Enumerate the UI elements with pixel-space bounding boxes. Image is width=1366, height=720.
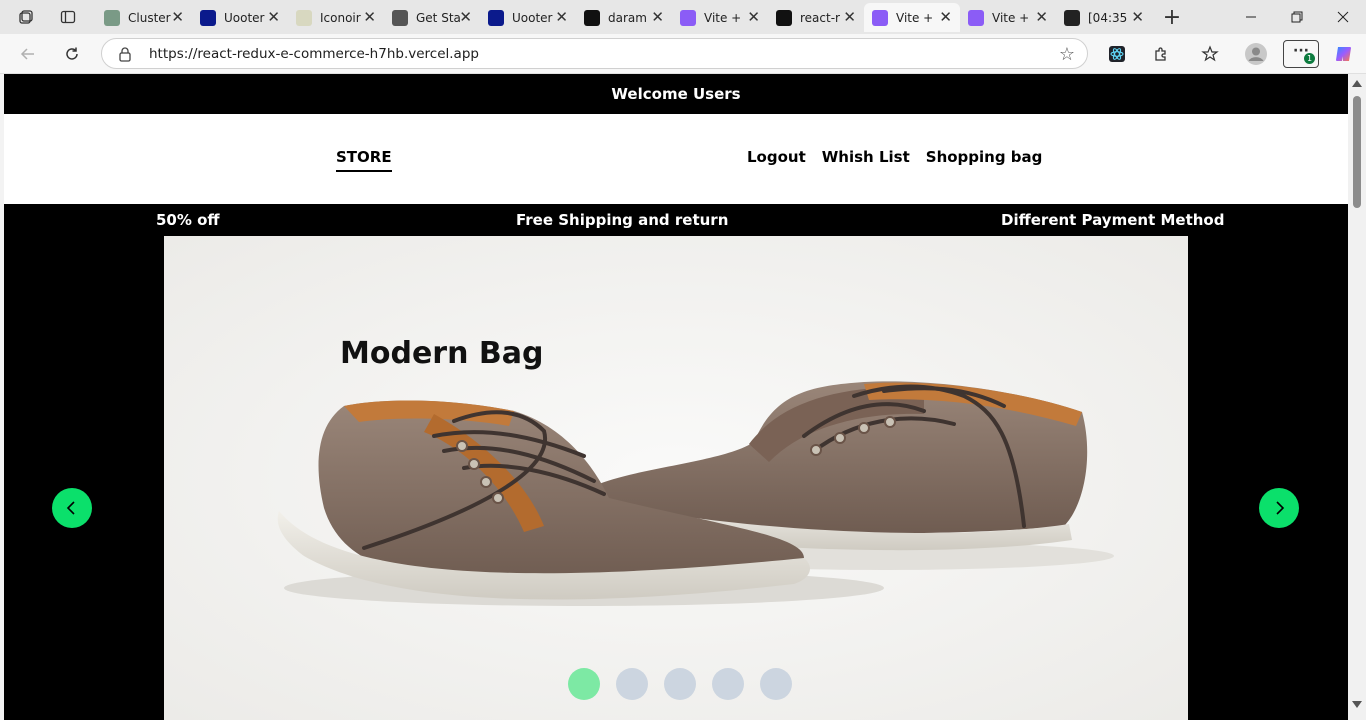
- mongodb-icon: [104, 9, 120, 26]
- settings-more-button[interactable]: ··· 1: [1283, 40, 1319, 68]
- profile-avatar[interactable]: [1241, 40, 1271, 68]
- browser-tab-strip: Cluster ✕ Uooter ✕ Iconoir ✕ Get Sta ✕ Uooter ✕ da…: [0, 0, 1366, 34]
- close-tab-icon[interactable]: ✕: [459, 9, 472, 25]
- refresh-icon[interactable]: [57, 40, 87, 68]
- vite-icon: [680, 9, 696, 26]
- address-bar[interactable]: https://react-redux-e-commerce-h7hb.verc…: [101, 38, 1088, 69]
- new-tab-button[interactable]: +: [1158, 4, 1186, 30]
- promo-discount: 50% off: [156, 211, 220, 229]
- tab-title: Uooter: [224, 10, 265, 25]
- site-header: STORE Logout Whish List Shopping bag: [4, 114, 1348, 204]
- uooter-icon: [488, 9, 504, 26]
- url-text[interactable]: https://react-redux-e-commerce-h7hb.verc…: [149, 46, 479, 62]
- tab-title: Vite +: [896, 10, 934, 25]
- tab-title: Cluster: [128, 10, 171, 25]
- favorite-star-icon[interactable]: ☆: [1059, 44, 1075, 65]
- tab-title: Vite +: [704, 10, 742, 25]
- carousel-dot[interactable]: [616, 668, 648, 700]
- vercel-icon: [776, 9, 792, 26]
- carousel-dot[interactable]: [760, 668, 792, 700]
- slide-title: Modern Bag: [340, 336, 544, 371]
- vite-icon: [872, 9, 888, 26]
- extensions-puzzle-icon[interactable]: [1146, 40, 1176, 68]
- browser-tab[interactable]: react-r ✕: [768, 3, 864, 32]
- page-viewport: Welcome Users STORE Logout Whish List Sh…: [4, 74, 1348, 720]
- welcome-text: Welcome Users: [611, 85, 741, 103]
- close-tab-icon[interactable]: ✕: [267, 9, 280, 25]
- product-image: [164, 236, 1188, 720]
- carousel-next-button[interactable]: [1259, 488, 1299, 528]
- page-scrollbar[interactable]: [1348, 74, 1366, 720]
- browser-tab[interactable]: Uooter ✕: [480, 3, 576, 32]
- browser-tab[interactable]: Cluster ✕: [96, 3, 192, 32]
- close-tab-icon[interactable]: ✕: [363, 9, 376, 25]
- tab-title: Get Sta: [416, 10, 460, 25]
- browser-tab[interactable]: Get Sta ✕: [384, 3, 480, 32]
- shopping-bag-link[interactable]: Shopping bag: [926, 148, 1043, 166]
- vertical-tabs-icon[interactable]: [54, 4, 82, 30]
- close-tab-icon[interactable]: ✕: [747, 9, 760, 25]
- openai-icon: [1064, 9, 1080, 26]
- browser-tab[interactable]: [04:35 ✕: [1056, 3, 1152, 32]
- browser-tab[interactable]: Vite + ✕: [864, 3, 960, 32]
- hero-carousel: Modern Bag: [4, 236, 1348, 720]
- scroll-up-arrow-icon[interactable]: [1352, 80, 1362, 87]
- tab-title: Uooter: [512, 10, 553, 25]
- chevron-right-icon: [1276, 501, 1285, 515]
- close-window-button[interactable]: [1320, 0, 1366, 34]
- store-logo-link[interactable]: STORE: [336, 148, 392, 172]
- carousel-dots: [568, 668, 792, 700]
- promo-shipping: Free Shipping and return: [516, 211, 729, 229]
- close-tab-icon[interactable]: ✕: [939, 9, 952, 25]
- close-tab-icon[interactable]: ✕: [843, 9, 856, 25]
- notification-badge: 1: [1304, 53, 1315, 64]
- tab-title: [04:35: [1088, 10, 1128, 25]
- workspaces-icon[interactable]: [12, 4, 40, 30]
- browser-tab[interactable]: Vite + ✕: [960, 3, 1056, 32]
- close-tab-icon[interactable]: ✕: [651, 9, 664, 25]
- browser-toolbar: https://react-redux-e-commerce-h7hb.verc…: [0, 34, 1366, 74]
- close-tab-icon[interactable]: ✕: [1035, 9, 1048, 25]
- wishlist-link[interactable]: Whish List: [822, 148, 910, 166]
- nav-links: Logout Whish List Shopping bag: [747, 148, 1042, 166]
- minimize-button[interactable]: [1228, 0, 1274, 34]
- browser-tab[interactable]: daram ✕: [576, 3, 672, 32]
- vite-icon: [968, 9, 984, 26]
- restore-button[interactable]: [1274, 0, 1320, 34]
- uooter-icon: [200, 9, 216, 26]
- carousel-slide[interactable]: Modern Bag: [164, 236, 1188, 720]
- scroll-down-arrow-icon[interactable]: [1352, 701, 1362, 708]
- tab-title: Vite +: [992, 10, 1030, 25]
- welcome-banner: Welcome Users: [4, 74, 1348, 114]
- github-icon: [584, 9, 600, 26]
- close-tab-icon[interactable]: ✕: [171, 9, 184, 25]
- chevron-left-icon: [66, 501, 75, 515]
- browser-tab[interactable]: Vite + ✕: [672, 3, 768, 32]
- carousel-dot[interactable]: [664, 668, 696, 700]
- promo-bar: 50% off Free Shipping and return Differe…: [4, 204, 1348, 236]
- react-devtools-extension-icon[interactable]: [1102, 40, 1132, 68]
- back-arrow-icon[interactable]: [13, 40, 43, 68]
- browser-tab[interactable]: Uooter ✕: [192, 3, 288, 32]
- carousel-dot[interactable]: [568, 668, 600, 700]
- tab-title: react-r: [800, 10, 840, 25]
- browser-tab[interactable]: Iconoir ✕: [288, 3, 384, 32]
- tab-title: Iconoir: [320, 10, 361, 25]
- carousel-prev-button[interactable]: [52, 488, 92, 528]
- close-tab-icon[interactable]: ✕: [1131, 9, 1144, 25]
- logout-link[interactable]: Logout: [747, 148, 806, 166]
- favorites-icon[interactable]: [1195, 40, 1225, 68]
- iconoir-icon: [296, 9, 312, 26]
- scrollbar-thumb[interactable]: [1353, 96, 1361, 208]
- tab-title: daram: [608, 10, 647, 25]
- close-tab-icon[interactable]: ✕: [555, 9, 568, 25]
- promo-payment: Different Payment Method: [1001, 211, 1225, 229]
- carousel-dot[interactable]: [712, 668, 744, 700]
- lock-icon[interactable]: [118, 46, 132, 66]
- medium-icon: [392, 9, 408, 26]
- copilot-icon[interactable]: [1329, 40, 1359, 68]
